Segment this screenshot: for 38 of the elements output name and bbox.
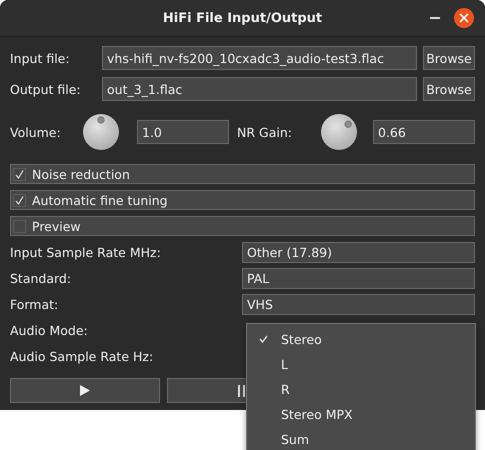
- field-label: Output file:: [10, 82, 82, 96]
- dropdown[interactable]: Other (17.89): [242, 242, 475, 263]
- close-icon: [459, 13, 469, 23]
- browse-button[interactable]: Browse: [423, 77, 475, 101]
- menu-item[interactable]: Sum: [247, 427, 475, 450]
- setting-label: Standard:: [10, 271, 72, 286]
- browse-button[interactable]: Browse: [423, 46, 475, 70]
- dropdown[interactable]: VHS: [242, 294, 475, 315]
- checkbox-row[interactable]: Preview: [10, 216, 475, 236]
- setting-label: Audio Mode:: [10, 322, 89, 338]
- setting-label: Audio Sample Rate Hz:: [10, 348, 154, 364]
- play-icon: [80, 385, 90, 396]
- setting-label: Input Sample Rate MHz:: [10, 245, 162, 260]
- window-title: HiFi File Input/Output: [162, 10, 322, 26]
- checkbox[interactable]: [13, 168, 26, 180]
- checkbox-row[interactable]: Noise reduction: [10, 164, 475, 184]
- checkbox[interactable]: [13, 194, 26, 206]
- knob-label: Volume:: [10, 124, 62, 140]
- knob[interactable]: [320, 113, 358, 151]
- knob[interactable]: [82, 113, 120, 151]
- file-path-field[interactable]: vhs-hifi_nv-fs200_10cxadc3_audio-test3.flac: [102, 46, 417, 70]
- knob-label: NR Gain:: [237, 124, 293, 140]
- menu-item[interactable]: Stereo MPX: [247, 402, 475, 427]
- checkbox-label: Preview: [32, 218, 81, 234]
- menu-item[interactable]: R: [247, 377, 475, 402]
- field-label: Input file:: [10, 50, 71, 66]
- close-button[interactable]: [454, 8, 474, 28]
- value-field[interactable]: 1.0: [137, 120, 229, 144]
- menu-item[interactable]: Stereo: [247, 327, 475, 352]
- checkbox-label: Automatic fine tuning: [32, 192, 168, 208]
- setting-label: Format:: [10, 297, 60, 312]
- pause-icon: [238, 384, 246, 396]
- checkbox-label: Noise reduction: [32, 166, 130, 182]
- menu-item[interactable]: L: [247, 352, 475, 377]
- file-path-field[interactable]: out_3_1.flac: [102, 77, 417, 101]
- checkbox-row[interactable]: Automatic fine tuning: [10, 190, 475, 210]
- dropdown[interactable]: PAL: [242, 268, 475, 289]
- value-field[interactable]: 0.66: [373, 120, 475, 144]
